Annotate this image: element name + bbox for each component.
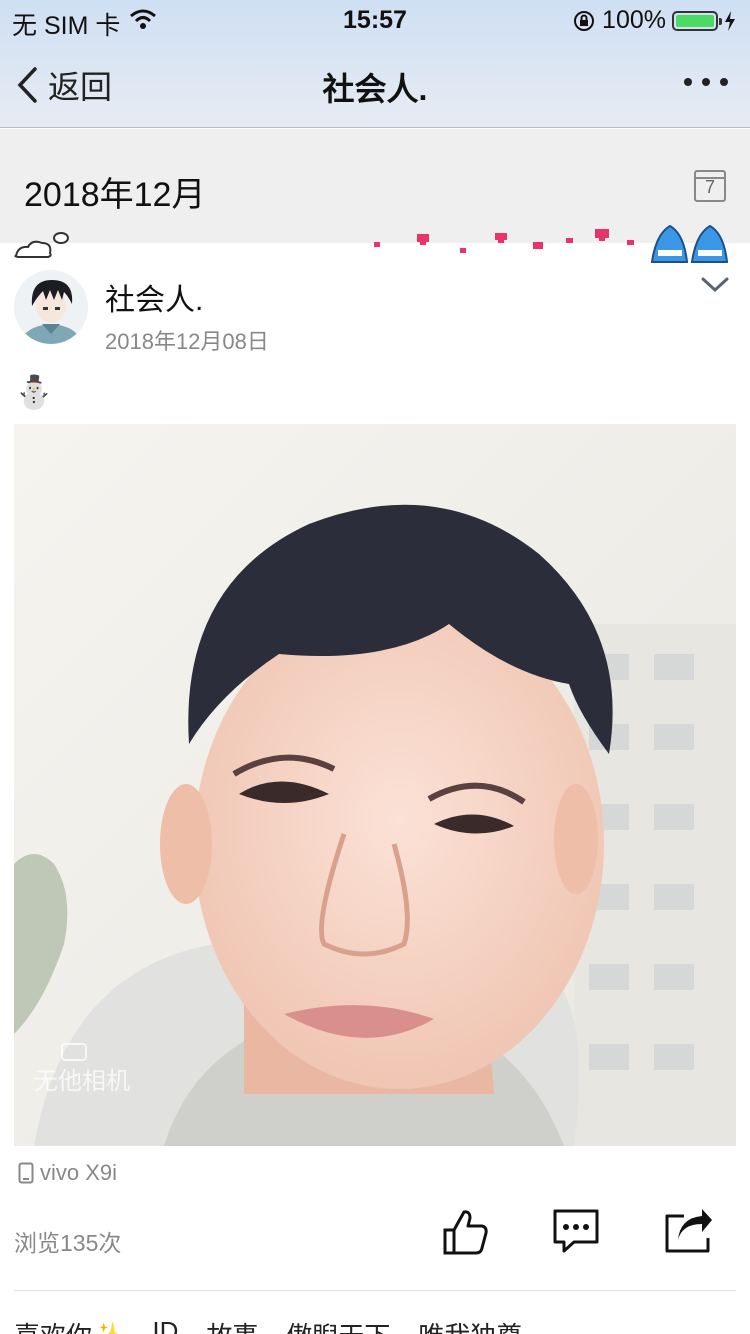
more-dot-icon (702, 78, 710, 86)
post-content-emoji: ⛄ (14, 374, 54, 410)
page-title: 社会人. (322, 71, 428, 107)
selfie-photo-image: 无他相机 (14, 424, 736, 1146)
top-bar: 无 SIM 卡 15:57 100% 返回 社会人. (0, 0, 750, 128)
more-dot-icon (684, 78, 692, 86)
avatar[interactable] (14, 270, 88, 344)
phone-icon (18, 1162, 34, 1184)
tag-row: 喜欢你✨ ID 故事 傲睨天下 唯我独尊 (14, 1316, 750, 1334)
tag-item[interactable]: 唯我独尊 (418, 1316, 522, 1334)
battery-icon (672, 10, 722, 31)
tag-item[interactable]: 傲睨天下 (286, 1316, 390, 1334)
tag-item[interactable]: 喜欢你✨ (14, 1316, 124, 1334)
more-options-button[interactable] (684, 78, 728, 86)
battery-percent: 100% (602, 6, 666, 34)
device-info: vivo X9i (18, 1160, 117, 1186)
share-icon[interactable] (664, 1208, 714, 1254)
cloud-icon (53, 232, 69, 244)
navigation-bar: 返回 社会人. (0, 48, 750, 120)
decorative-border (14, 224, 729, 263)
cloud-icon (14, 240, 52, 258)
tag-item[interactable]: ID (152, 1316, 178, 1334)
month-label: 2018年12月 (24, 176, 206, 214)
like-thumbs-up-icon[interactable] (442, 1208, 488, 1256)
status-right: 100% (572, 6, 736, 35)
post-date: 2018年12月08日 (105, 329, 269, 354)
pixel-hearts-icon (374, 229, 634, 253)
rotation-lock-icon (574, 10, 595, 31)
chevron-down-icon[interactable] (700, 276, 730, 294)
status-bar: 无 SIM 卡 15:57 100% (0, 0, 750, 40)
comment-icon[interactable] (552, 1208, 600, 1254)
more-dot-icon (720, 78, 728, 86)
blue-bird-icon (650, 224, 729, 263)
post-photo[interactable]: 无他相机 (14, 424, 736, 1146)
anime-boy-avatar-icon (14, 270, 88, 344)
divider (14, 1290, 736, 1291)
post-author[interactable]: 社会人. (105, 275, 203, 319)
calendar-icon[interactable]: 7 (694, 170, 726, 202)
charging-bolt-icon (725, 10, 735, 31)
tag-item[interactable]: 故事 (206, 1316, 258, 1334)
device-label: vivo X9i (40, 1160, 118, 1185)
watermark-text: 无他相机 (34, 1067, 130, 1095)
view-count: 浏览135次 (14, 1230, 122, 1256)
